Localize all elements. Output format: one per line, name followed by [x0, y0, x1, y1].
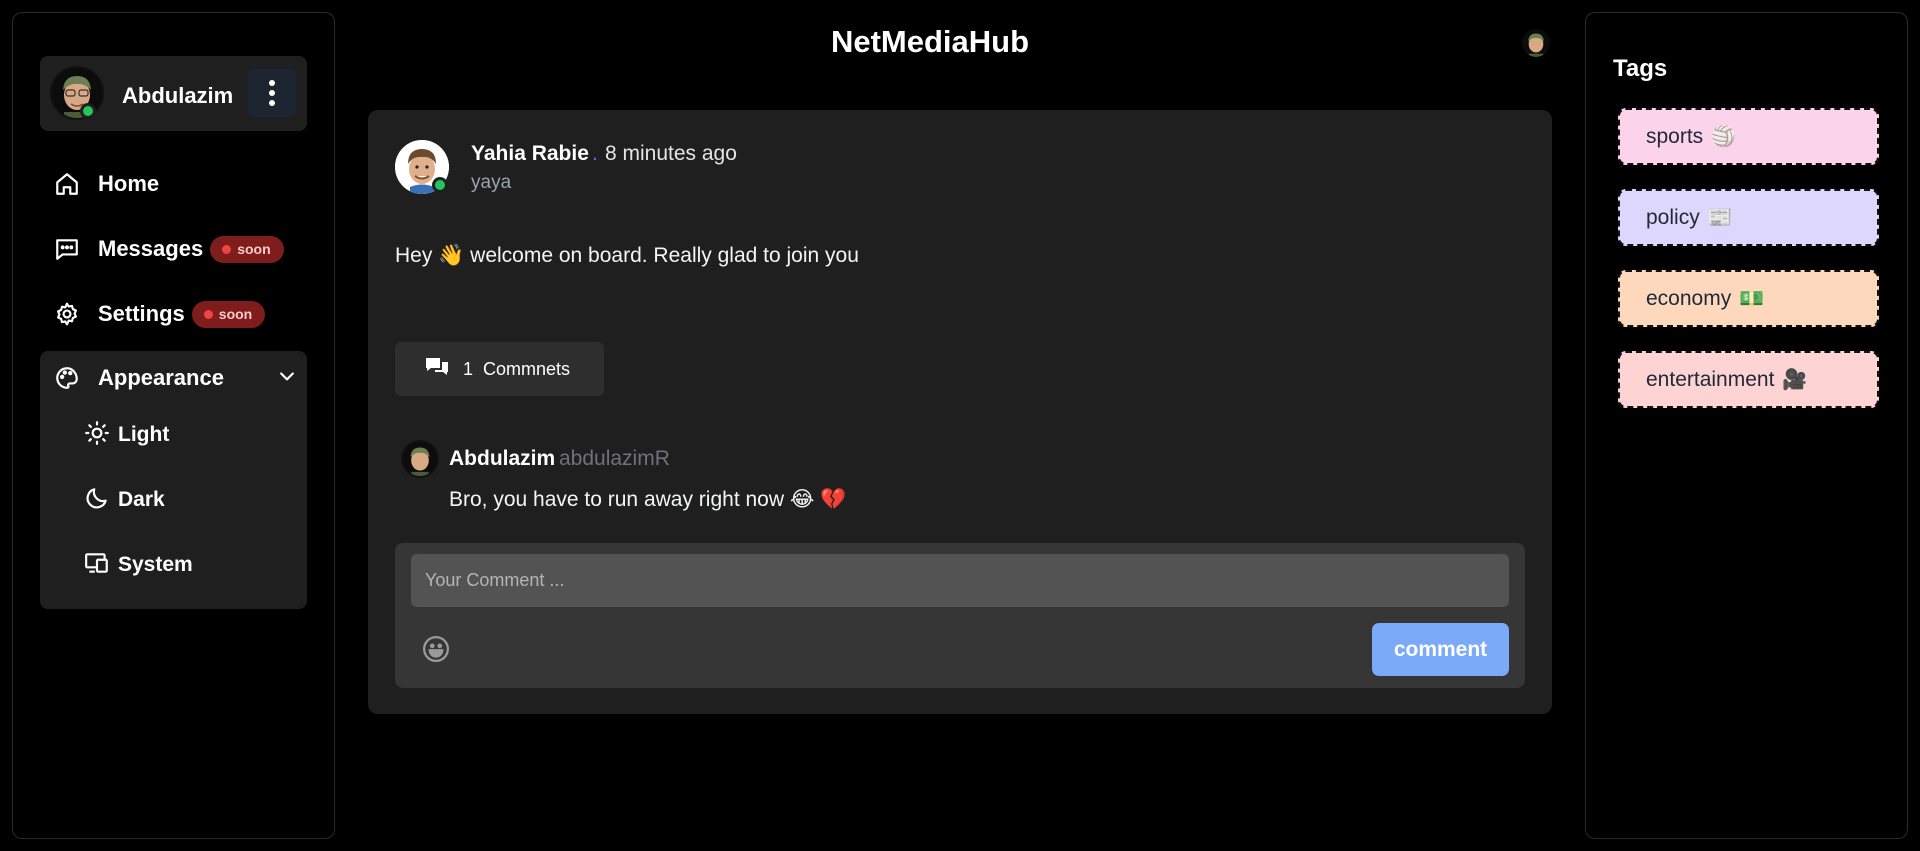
comment-text: Bro, you have to run away right now 😂 💔 [449, 488, 847, 511]
tag-entertainment[interactable]: entertainment 🎥 [1618, 351, 1879, 408]
newspaper-icon: 📰 [1707, 207, 1733, 229]
tag-label: economy [1646, 286, 1732, 310]
sun-icon [84, 420, 110, 451]
home-icon [52, 169, 82, 199]
comments-label: Commnets [483, 358, 571, 379]
app-title: NetMediaHub [830, 24, 1030, 59]
more-options-button[interactable] [248, 69, 296, 117]
tags-title: Tags [1613, 55, 1668, 82]
comment-author-avatar[interactable] [401, 440, 439, 478]
tag-label: sports [1646, 124, 1704, 148]
appearance-option-system[interactable]: System [84, 545, 193, 585]
comment-submit-button[interactable]: comment [1372, 623, 1509, 676]
tag-label: policy [1646, 205, 1700, 229]
soon-badge: soon [210, 235, 284, 263]
post-author-avatar[interactable] [395, 140, 449, 194]
appearance-option-dark[interactable]: Dark [84, 480, 165, 520]
tag-policy[interactable]: policy 📰 [1618, 189, 1879, 246]
comment-author-handle: abdulazimR [559, 447, 670, 470]
tag-label: entertainment [1646, 367, 1775, 391]
post-card: Yahia Rabie . 8 minutes ago yaya Hey 👋 w… [368, 110, 1552, 714]
nav-item-settings[interactable]: Settings soon [40, 288, 307, 340]
soon-badge: soon [191, 300, 266, 328]
comment-author-name[interactable]: Abdulazim [449, 447, 555, 471]
comments-count: 1 [463, 358, 474, 379]
appearance-menu: Appearance Light Dark System [40, 351, 307, 609]
nav-label: Settings [98, 301, 185, 326]
option-label: Light [118, 423, 170, 446]
comment-input[interactable] [411, 554, 1509, 607]
badge-label: soon [218, 306, 253, 322]
volleyball-icon: 🏐 [1711, 126, 1737, 148]
left-sidebar: Abdulazim Home Messages soon Settings so… [12, 12, 335, 839]
memoji-avatar-icon [1522, 29, 1550, 57]
online-status-dot [432, 177, 448, 193]
money-icon: 💵 [1739, 288, 1765, 310]
post-author-handle: yaya [471, 172, 512, 193]
badge-label: soon [237, 241, 271, 257]
camera-icon: 🎥 [1782, 369, 1808, 391]
post-timestamp: 8 minutes ago [605, 142, 737, 165]
badge-dot [203, 309, 213, 319]
nav-label: Home [98, 171, 160, 196]
appearance-toggle[interactable]: Appearance [52, 363, 297, 393]
profile-avatar [50, 66, 104, 120]
comments-toggle-button[interactable]: 1 Commnets [395, 342, 604, 396]
chevron-down-icon [277, 366, 297, 391]
appearance-label: Appearance [98, 365, 224, 390]
tags-panel: Tags sports 🏐 policy 📰 economy 💵 enterta… [1585, 12, 1908, 839]
nav-label: Messages [98, 236, 204, 261]
tag-economy[interactable]: economy 💵 [1618, 270, 1879, 327]
post-author-name[interactable]: Yahia Rabie [471, 142, 589, 166]
memoji-avatar-icon [403, 442, 437, 476]
devices-icon [84, 550, 110, 581]
kebab-menu-icon [269, 80, 275, 106]
online-status-dot [80, 103, 96, 119]
appearance-option-light[interactable]: Light [84, 415, 169, 455]
tag-sports[interactable]: sports 🏐 [1618, 108, 1879, 165]
post-body: Hey 👋 welcome on board. Really glad to j… [395, 244, 859, 267]
nav-item-home[interactable]: Home [40, 158, 307, 210]
badge-dot [222, 244, 232, 254]
option-label: Dark [118, 488, 165, 511]
moon-icon [84, 485, 110, 516]
chat-bubbles-icon [424, 356, 450, 383]
smiley-icon[interactable] [421, 634, 451, 664]
profile-name: Abdulazim [122, 83, 234, 108]
palette-icon [52, 363, 82, 393]
comment-form: comment [395, 543, 1525, 688]
chat-icon [52, 234, 82, 264]
post-separator: . [592, 142, 598, 165]
profile-card[interactable]: Abdulazim [40, 56, 307, 131]
gear-icon [52, 299, 82, 329]
option-label: System [118, 553, 193, 576]
nav-item-messages[interactable]: Messages soon [40, 223, 307, 275]
header-user-avatar[interactable] [1522, 29, 1550, 57]
